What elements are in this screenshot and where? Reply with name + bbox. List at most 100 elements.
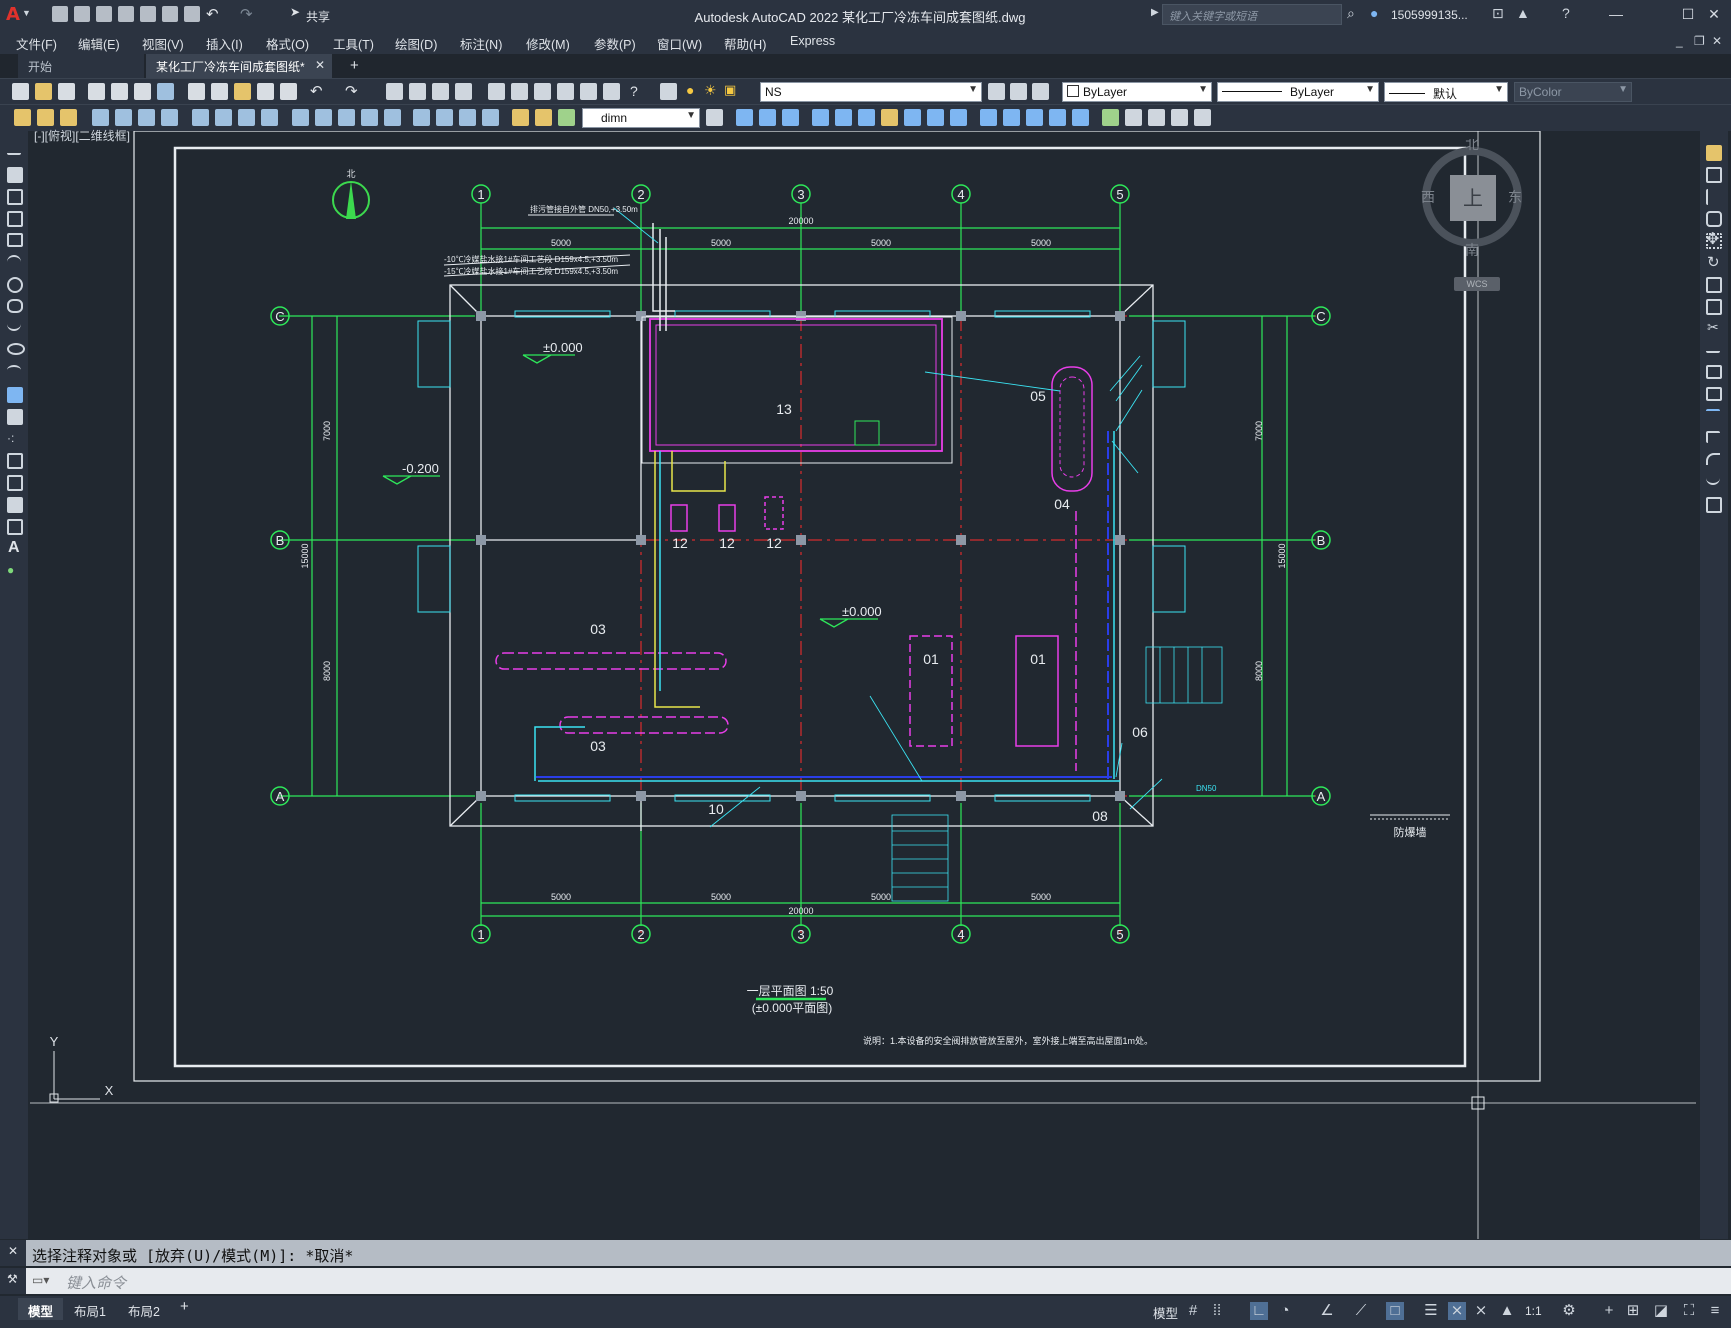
break-icon[interactable] (980, 109, 997, 126)
annotation-scale-icon[interactable]: ▲ (1498, 1302, 1516, 1320)
user-name[interactable]: 1505999135... (1391, 8, 1468, 22)
add-layout-icon[interactable]: + (180, 1298, 189, 1315)
move-icon[interactable] (835, 109, 852, 126)
trim-icon[interactable] (927, 109, 944, 126)
fillet-icon[interactable] (1049, 109, 1066, 126)
redo-icon[interactable]: ↷ (240, 5, 253, 23)
user-icon[interactable]: ● (1370, 5, 1378, 21)
scale-side-icon[interactable] (1706, 277, 1722, 293)
hatch-side-icon[interactable] (7, 453, 23, 469)
erase-icon[interactable] (1706, 145, 1722, 161)
extend-icon[interactable] (950, 109, 967, 126)
redo-toolbar-icon[interactable]: ↷ (345, 82, 358, 100)
dim-override-icon[interactable] (60, 109, 77, 126)
array-icon[interactable] (812, 109, 829, 126)
markup-icon[interactable] (580, 83, 597, 100)
break-at-point-icon[interactable] (1706, 365, 1722, 379)
3d-print-icon[interactable] (157, 83, 174, 100)
explode-side-icon[interactable] (1706, 497, 1722, 513)
color-combo[interactable]: ByLayer ▼ (1062, 82, 1212, 102)
clean-screen-icon[interactable]: ⛶ (1680, 1302, 1698, 1320)
layer-lock-icon[interactable]: ▣ (724, 82, 736, 98)
radius-dim-icon[interactable] (192, 109, 209, 126)
continue-dim-icon[interactable] (338, 109, 355, 126)
zoom-previous-icon[interactable] (455, 83, 472, 100)
jogged-linear-icon[interactable] (482, 109, 499, 126)
inspection-icon[interactable] (459, 109, 476, 126)
offset-side-icon[interactable] (1706, 211, 1722, 227)
isodraft-icon[interactable]: ⟋ (1352, 1302, 1370, 1320)
zoom-window-icon[interactable] (432, 83, 449, 100)
baseline-dim-icon[interactable] (315, 109, 332, 126)
ordinate-dim-icon[interactable] (161, 109, 178, 126)
layer-combo[interactable]: NS ▼ (760, 82, 982, 102)
arc-length-dim-icon[interactable] (138, 109, 155, 126)
sheet-set-icon[interactable] (557, 83, 574, 100)
fillet-side-icon[interactable] (1706, 453, 1720, 465)
layer-state-icon[interactable] (1032, 83, 1049, 100)
minimize-window-icon[interactable]: — (1606, 5, 1626, 23)
wcs-menu[interactable]: WCS (1454, 277, 1500, 291)
hatch-icon[interactable] (1171, 109, 1188, 126)
app-menu-arrow-icon[interactable]: ▼ (22, 8, 31, 18)
extend-side-icon[interactable] (1706, 343, 1720, 353)
region-side-icon[interactable] (7, 497, 23, 513)
mtext-icon[interactable]: A (8, 539, 20, 557)
save-toolbar-icon[interactable] (58, 83, 75, 100)
menu-view[interactable]: 视图(V) (142, 34, 184, 53)
aligned-dim-icon[interactable] (115, 109, 132, 126)
undo-toolbar-icon[interactable]: ↶ (310, 82, 323, 100)
object-snap-icon[interactable]: □ (1386, 1302, 1404, 1320)
plot-icon[interactable] (184, 6, 200, 22)
lineweight-icon[interactable]: ☰ (1422, 1302, 1440, 1320)
tolerance-icon[interactable] (413, 109, 430, 126)
command-line[interactable]: ⚒ ▭▾ 键入命令 (0, 1268, 1731, 1294)
offset-icon[interactable] (782, 109, 799, 126)
matchprop-icon[interactable] (257, 83, 274, 100)
blend-icon[interactable] (1706, 475, 1720, 485)
lineweight-combo[interactable]: 默认 ▼ (1384, 82, 1508, 102)
dim-update-icon[interactable] (14, 109, 31, 126)
ellipse-icon[interactable] (7, 343, 25, 355)
menu-edit[interactable]: 编辑(E) (78, 34, 120, 53)
dimstyle-manager-icon[interactable] (706, 109, 723, 126)
doc-close-icon[interactable]: ✕ (1712, 34, 1722, 48)
design-center-icon[interactable] (511, 83, 528, 100)
wrench-icon[interactable]: ⚒ (7, 1272, 18, 1286)
copy-side-icon[interactable] (1706, 167, 1722, 183)
menu-modify[interactable]: 修改(M) (526, 34, 570, 53)
autocad-logo[interactable]: A (6, 4, 20, 25)
save-icon[interactable] (96, 6, 112, 22)
table-icon[interactable] (7, 519, 23, 535)
plotstyle-combo[interactable]: ByColor ▼ (1514, 82, 1632, 102)
qnew-icon[interactable] (12, 83, 29, 100)
dimstyle-combo[interactable]: dimn ▼ (582, 108, 700, 128)
layout-tab-1[interactable]: 布局1 (64, 1298, 116, 1320)
linear-dim-icon[interactable] (92, 109, 109, 126)
help-toolbar-icon[interactable]: ? (630, 83, 638, 99)
scale-icon[interactable] (881, 109, 898, 126)
menu-tools[interactable]: 工具(T) (333, 34, 374, 53)
auto-scale-icon[interactable]: ⨯ (1472, 1302, 1490, 1320)
tab-drawing[interactable]: 某化工厂冷冻车间成套图纸* (146, 54, 332, 78)
diameter-dim-icon[interactable] (238, 109, 255, 126)
paste-icon[interactable] (234, 83, 251, 100)
plus-icon[interactable]: + (1600, 1302, 1618, 1320)
help-icon[interactable]: ? (1562, 5, 1570, 21)
rotate-icon[interactable] (858, 109, 875, 126)
preview-icon[interactable] (111, 83, 128, 100)
copy-object-icon[interactable] (736, 109, 753, 126)
cart-icon[interactable]: ⊡ (1492, 5, 1504, 22)
center-mark-icon[interactable] (436, 109, 453, 126)
menu-parametric[interactable]: 参数(P) (594, 34, 636, 53)
model-space-toggle[interactable]: 模型 (1153, 1303, 1178, 1322)
viewcube[interactable]: 北 南 西 东 上 WCS (1416, 136, 1522, 291)
dim-space-icon[interactable] (361, 109, 378, 126)
block-editor-icon[interactable] (280, 83, 297, 100)
polyline-icon[interactable] (7, 189, 23, 205)
cut-icon[interactable] (188, 83, 205, 100)
menu-file[interactable]: 文件(F) (16, 34, 57, 53)
dim-reassociate-icon[interactable] (558, 109, 575, 126)
arc-icon[interactable] (7, 255, 21, 265)
region-icon[interactable] (1194, 109, 1211, 126)
